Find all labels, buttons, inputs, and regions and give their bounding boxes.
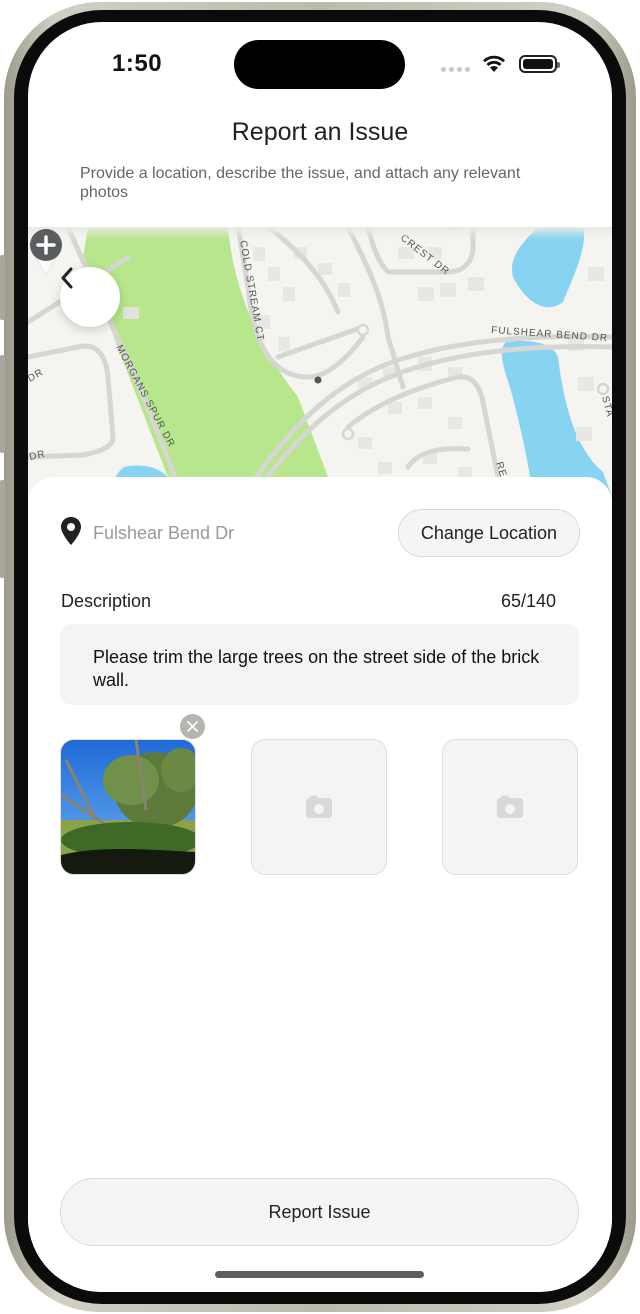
wifi-icon — [483, 55, 505, 72]
action-button — [0, 255, 5, 320]
description-label: Description — [61, 591, 152, 611]
photo-slot-3[interactable] — [442, 739, 578, 875]
map-top-shadow — [28, 227, 612, 239]
map-view[interactable]: COLD STREAM CT MORGANS SPUR DR FULSHEAR … — [28, 227, 612, 497]
screen: 1:50 Report an Issue Provide a location,… — [28, 22, 612, 1292]
map-location-dot — [314, 376, 322, 384]
change-location-button[interactable]: Change Location — [397, 509, 580, 557]
close-icon — [187, 721, 198, 732]
page-title: Report an Issue — [231, 118, 409, 146]
photo-slot-1[interactable] — [60, 739, 196, 875]
page-subtitle: Provide a location, describe the issue, … — [80, 165, 521, 201]
map-pin-icon — [61, 517, 81, 545]
map-cul-de-sac — [341, 427, 355, 441]
map-cul-de-sac — [596, 382, 610, 396]
report-form-sheet: Fulshear Bend Dr Change Location Descrip… — [28, 477, 612, 1292]
header: Report an Issue — [28, 118, 612, 147]
map-label-sta: STA — [599, 395, 612, 419]
signal-icon — [441, 67, 470, 72]
battery-icon — [519, 55, 560, 73]
remove-photo-button[interactable] — [180, 714, 205, 739]
map-lake-north — [512, 227, 584, 308]
report-issue-button[interactable]: Report Issue — [60, 1178, 579, 1246]
location-value: Fulshear Bend Dr — [93, 523, 235, 543]
map-label-dr-2: DR — [28, 449, 46, 463]
location-row: Fulshear Bend Dr Change Location — [60, 509, 580, 557]
description-input[interactable]: Please trim the large trees on the stree… — [60, 624, 579, 705]
map-cul-de-sac — [356, 323, 370, 337]
plus-pin-icon[interactable] — [28, 227, 64, 279]
map-canvas[interactable]: COLD STREAM CT MORGANS SPUR DR FULSHEAR … — [28, 227, 612, 497]
dynamic-island — [234, 40, 405, 89]
status-time: 1:50 — [112, 50, 163, 77]
volume-up-button — [0, 355, 5, 453]
map-lake-east — [501, 340, 612, 497]
description-char-count: 65/140 — [500, 591, 556, 611]
home-indicator[interactable] — [215, 1271, 424, 1278]
photo-slot-2[interactable] — [251, 739, 387, 875]
volume-down-button — [0, 480, 5, 578]
back-button[interactable] — [60, 267, 120, 327]
status-bar: 1:50 — [28, 22, 612, 106]
camera-icon — [497, 795, 523, 818]
map-label-dr-1: DR — [28, 367, 46, 385]
attached-photo — [61, 740, 195, 874]
camera-icon — [306, 795, 332, 818]
photo-attachments — [60, 739, 580, 875]
